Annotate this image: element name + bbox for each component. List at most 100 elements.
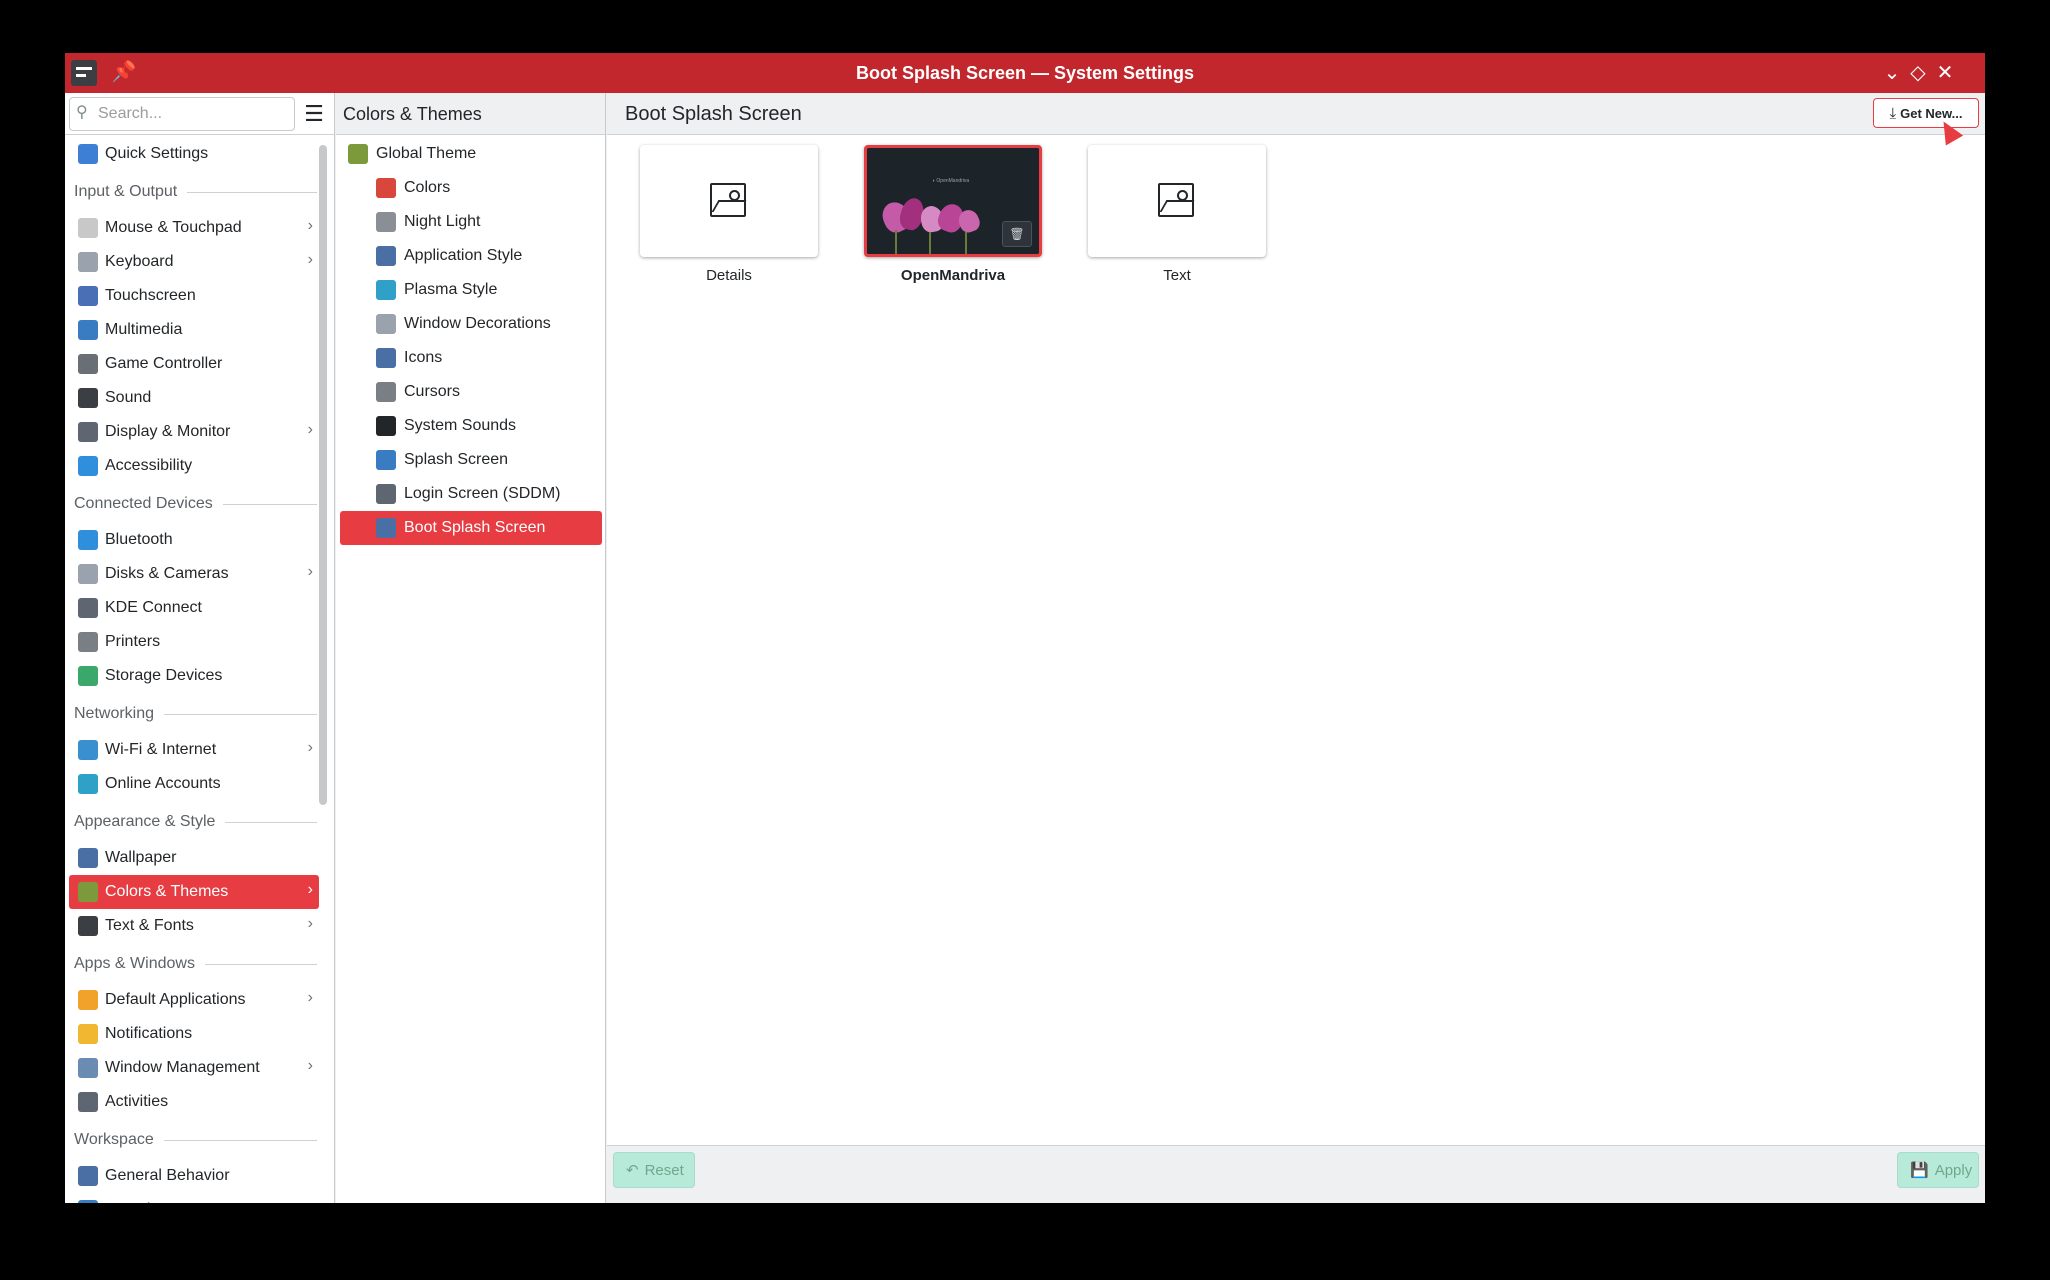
minimize-button[interactable]: ⌄ [1878, 59, 1906, 87]
app-style-icon [376, 246, 396, 266]
sidebar-scrollbar[interactable] [319, 145, 327, 805]
section-label: Input & Output [74, 183, 178, 200]
activities-icon [78, 1092, 98, 1112]
theme-category-label: Plasma Style [404, 281, 498, 298]
sidebar-item-label: Activities [105, 1093, 169, 1110]
theme-category-item[interactable]: Boot Splash Screen [340, 511, 602, 545]
theme-category-item[interactable]: Global Theme [340, 137, 602, 171]
sidebar-item-label: Game Controller [105, 355, 223, 372]
sidebar-item[interactable]: KDE Connect [69, 591, 319, 625]
close-button[interactable]: ✕ [1931, 59, 1959, 87]
mouse-icon [78, 218, 98, 238]
sidebar-item[interactable]: Sound [69, 381, 319, 415]
colors-icon [376, 178, 396, 198]
theme-category-label: Cursors [404, 383, 461, 400]
search-field[interactable]: ⚲ [69, 97, 295, 131]
sidebar-item-label: Keyboard [105, 253, 174, 270]
search-icon [78, 1200, 98, 1203]
section-label: Connected Devices [74, 495, 213, 512]
sidebar-item-label: Notifications [105, 1025, 193, 1042]
sidebar-item[interactable]: Multimedia [69, 313, 319, 347]
theme-category-item[interactable]: Night Light [340, 205, 602, 239]
get-new-button[interactable]: ⤓ Get New... [1873, 98, 1979, 128]
theme-category-item[interactable]: System Sounds [340, 409, 602, 443]
chevron-right-icon: › [307, 915, 313, 932]
sidebar-item[interactable]: General Behavior [69, 1159, 319, 1193]
wallpaper-icon [78, 848, 98, 868]
sidebar-item[interactable]: Colors & Themes › [69, 875, 319, 909]
sidebar-section-header: Apps & Windows [65, 945, 323, 983]
icons-icon [376, 348, 396, 368]
theme-category-item[interactable]: Icons [340, 341, 602, 375]
sidebar-item-label: Wallpaper [105, 849, 177, 866]
section-label: Networking [74, 705, 155, 722]
sidebar: ⚲ ☰ Quick Settings Input & Output Mouse & … [65, 93, 335, 1203]
theme-category-item[interactable]: Login Screen (SDDM) [340, 477, 602, 511]
multimedia-icon [78, 320, 98, 340]
sidebar-item[interactable]: Wi-Fi & Internet › [69, 733, 319, 767]
sidebar-item[interactable]: Storage Devices [69, 659, 319, 693]
theme-preview[interactable] [1088, 145, 1266, 257]
sidebar-item[interactable]: Wallpaper [69, 841, 319, 875]
sidebar-item[interactable]: Mouse & Touchpad › [69, 211, 319, 245]
sidebar-item[interactable]: Search › [69, 1193, 319, 1203]
sidebar-item[interactable]: Notifications [69, 1017, 319, 1051]
theme-category-item[interactable]: Plasma Style [340, 273, 602, 307]
window-decorations-icon [376, 314, 396, 334]
sidebar-item-label: Multimedia [105, 321, 183, 338]
theme-preview[interactable]: ◖ OpenMandriva 🗑 [864, 145, 1042, 257]
chevron-right-icon: › [307, 421, 313, 438]
theme-label: OpenMandriva [900, 267, 1006, 284]
reset-button[interactable]: ↶ Reset [613, 1152, 695, 1188]
sidebar-item-label: Disks & Cameras [105, 565, 229, 582]
section-label: Apps & Windows [74, 955, 195, 972]
sidebar-item[interactable]: Activities [69, 1085, 319, 1119]
theme-category-item[interactable]: Cursors [340, 375, 602, 409]
title-bar: 📌 Boot Splash Screen — System Settings ⌄… [65, 53, 1985, 93]
phone-icon [78, 598, 98, 618]
theme-category-item[interactable]: Splash Screen [340, 443, 602, 477]
theme-preview[interactable] [640, 145, 818, 257]
globe-icon [78, 740, 98, 760]
sidebar-item[interactable]: Online Accounts [69, 767, 319, 801]
chevron-right-icon: › [307, 989, 313, 1006]
theme-category-item[interactable]: Colors [340, 171, 602, 205]
search-icon: ⚲ [76, 104, 88, 121]
boot-splash-icon [376, 518, 396, 538]
theme-category-item[interactable]: Application Style [340, 239, 602, 273]
theme-category-item[interactable]: Window Decorations [340, 307, 602, 341]
gamepad-icon [78, 354, 98, 374]
sidebar-item[interactable]: Touchscreen [69, 279, 319, 313]
sidebar-section-header: Workspace [65, 1121, 323, 1159]
sidebar-item[interactable]: Accessibility [69, 449, 319, 483]
quick-settings-icon [78, 144, 98, 164]
sidebar-item-label: Sound [105, 389, 152, 406]
hamburger-menu-icon[interactable]: ☰ [301, 101, 327, 127]
sidebar-section-header: Appearance & Style [65, 803, 323, 841]
sidebar-item[interactable]: Default Applications › [69, 983, 319, 1017]
sidebar-section-header: Input & Output [65, 173, 323, 211]
theme-category-label: Global Theme [376, 145, 477, 162]
theme-card-openmandriva[interactable]: ◖ OpenMandriva 🗑 OpenMandriva [864, 145, 1042, 284]
sidebar-item-label: Bluetooth [105, 531, 173, 548]
sidebar-item[interactable]: Disks & Cameras › [69, 557, 319, 591]
sidebar-item[interactable]: Printers [69, 625, 319, 659]
apply-button[interactable]: 💾 Apply [1897, 1152, 1979, 1188]
search-input[interactable] [98, 102, 288, 126]
sidebar-item[interactable]: Game Controller [69, 347, 319, 381]
sidebar-item-label: Window Management [105, 1059, 260, 1076]
sidebar-item[interactable]: Text & Fonts › [69, 909, 319, 943]
theme-card-text[interactable]: Text [1088, 145, 1266, 284]
sidebar-item[interactable]: Bluetooth [69, 523, 319, 557]
sidebar-item[interactable]: Quick Settings [69, 137, 319, 171]
sidebar-item[interactable]: Window Management › [69, 1051, 319, 1085]
delete-theme-button[interactable]: 🗑 [1002, 221, 1032, 247]
sidebar-item[interactable]: Display & Monitor › [69, 415, 319, 449]
keyboard-icon [78, 252, 98, 272]
maximize-button[interactable]: ◇ [1904, 59, 1932, 87]
openmandriva-logo: ◖ OpenMandriva [932, 178, 970, 184]
windows-icon [78, 1058, 98, 1078]
accessibility-icon [78, 456, 98, 476]
theme-card-details[interactable]: Details [640, 145, 818, 284]
sidebar-item[interactable]: Keyboard › [69, 245, 319, 279]
